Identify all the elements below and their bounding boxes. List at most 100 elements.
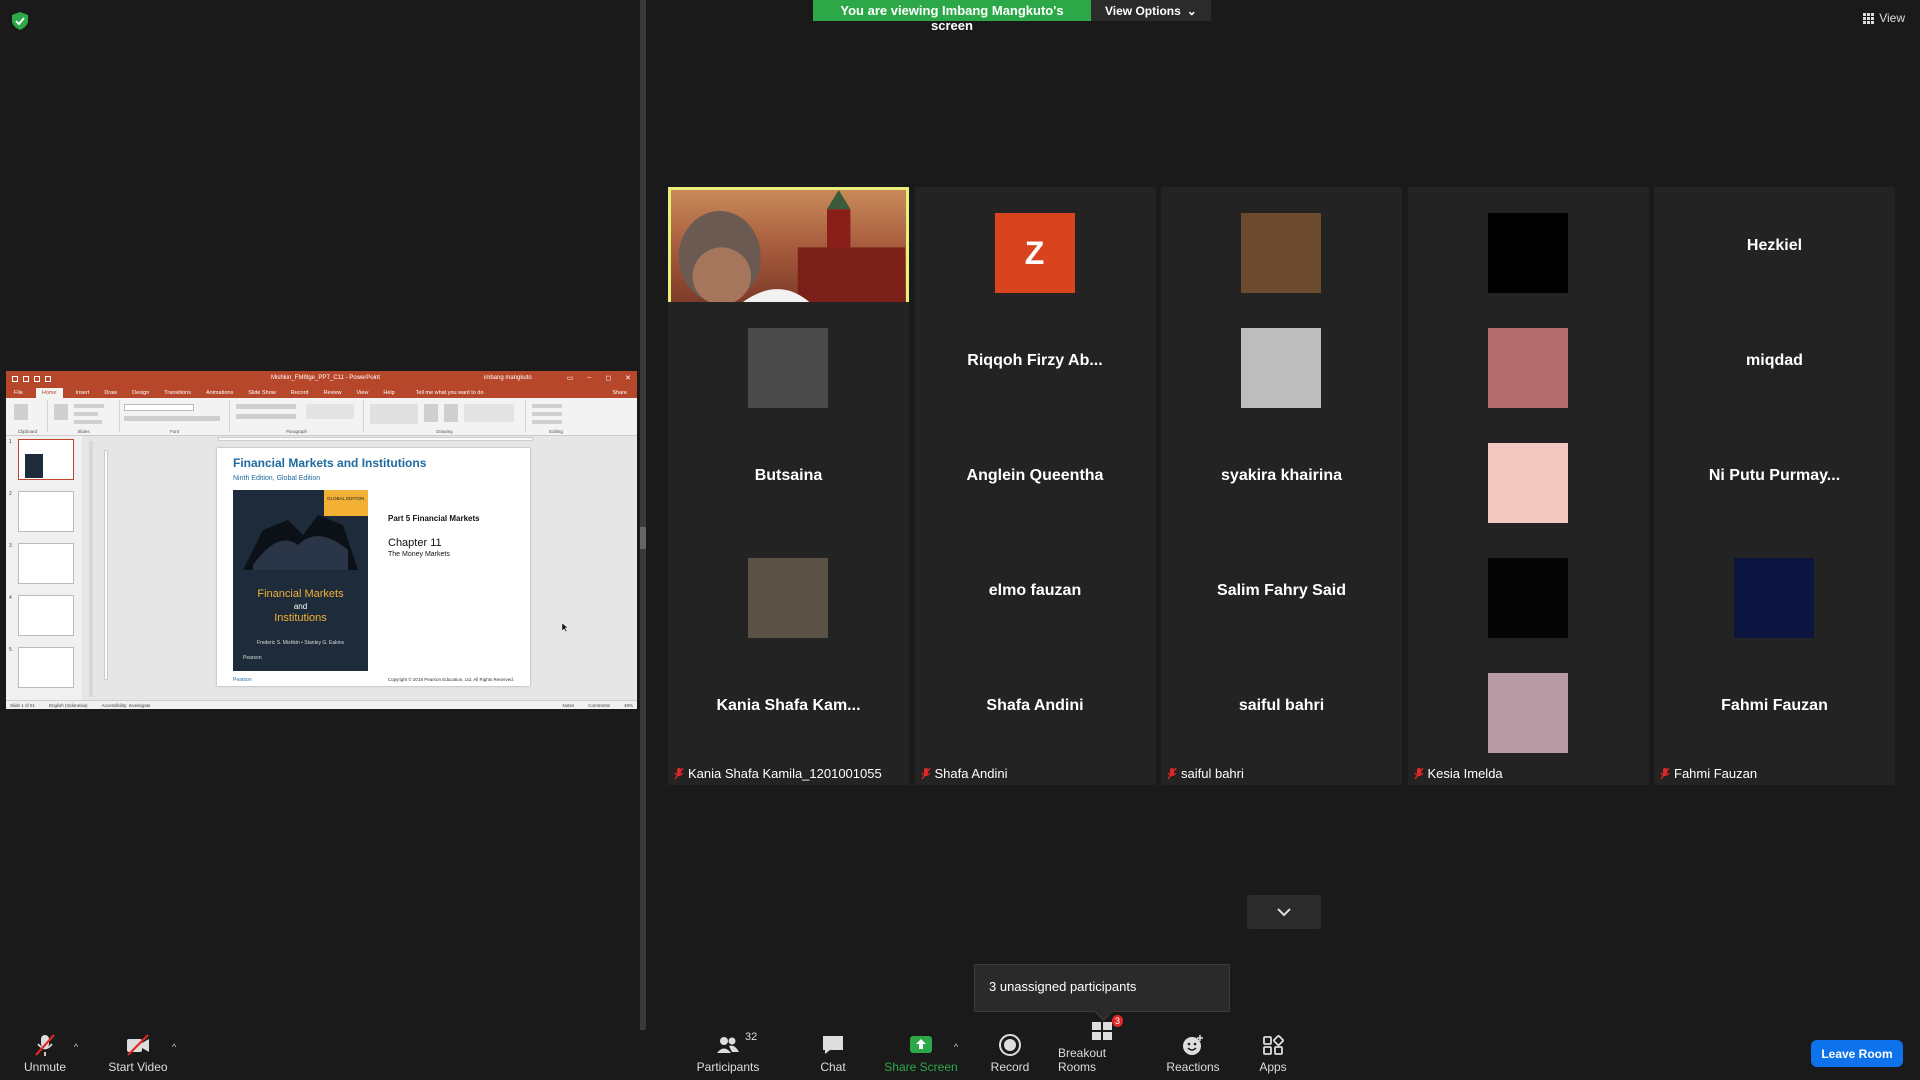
mic-muted-icon xyxy=(35,1034,55,1056)
ribbon-group-label: Clipboard xyxy=(17,429,38,434)
participant-display-name: miqdad xyxy=(1746,352,1803,369)
ppt-tab[interactable]: Animations xyxy=(204,388,235,398)
ppt-tab[interactable]: Insert xyxy=(74,388,92,398)
slide-thumbnail[interactable] xyxy=(18,543,74,584)
slide-thumbnail[interactable] xyxy=(18,595,74,636)
participant-tile[interactable]: Shafa Andini Shafa Andini xyxy=(914,647,1156,785)
slide-title[interactable]: Financial Markets and Institutions xyxy=(233,456,426,470)
ppt-tab[interactable]: Record xyxy=(289,388,311,398)
reactions-button[interactable]: Reactions xyxy=(1163,1030,1223,1080)
mic-muted-icon xyxy=(1413,767,1424,780)
unmute-label: Unmute xyxy=(23,1060,67,1074)
participants-label: Participants xyxy=(696,1060,760,1074)
slide-chapter[interactable]: Chapter 11 xyxy=(388,537,442,549)
slide-copyright: Copyright © 2018 Pearson Education, Ltd.… xyxy=(387,677,514,682)
ppt-editor-area: 1 2 3 4 5 Financial Markets and Institut… xyxy=(6,436,637,702)
ppt-tab[interactable]: Design xyxy=(130,388,151,398)
participant-tile[interactable]: saiful bahri saiful bahri xyxy=(1161,647,1402,785)
start-video-button[interactable]: Start Video xyxy=(106,1030,170,1080)
participant-display-name: Anglein Queentha xyxy=(966,467,1104,484)
ribbon-group-paragraph[interactable]: Paragraph xyxy=(230,400,364,434)
participant-display-name: Salim Fahry Said xyxy=(1217,582,1346,599)
ppt-ribbon: Clipboard Slides Font Paragraph Drawing … xyxy=(6,398,637,436)
participant-display-name: Hezkiel xyxy=(1746,237,1803,254)
viewing-screen-label: You are viewing Imbang Mangkuto's screen xyxy=(813,0,1091,33)
participant-tile[interactable]: Fahmi Fauzan Fahmi Fauzan xyxy=(1654,647,1895,785)
quick-access-toolbar[interactable] xyxy=(12,375,51,382)
thumbnail-scrollbar[interactable] xyxy=(89,441,93,697)
unmute-button[interactable]: Unmute xyxy=(20,1030,70,1080)
video-options-caret-icon[interactable]: ^ xyxy=(172,1042,176,1052)
comments-button[interactable]: Comments xyxy=(588,703,610,708)
status-accessibility[interactable]: Accessibility: Investigate xyxy=(102,703,151,708)
breakout-rooms-button[interactable]: 3 Breakout Rooms xyxy=(1058,1015,1146,1080)
slide-subtitle[interactable]: Ninth Edition, Global Edition xyxy=(233,475,320,482)
ppt-tab[interactable]: Slide Show xyxy=(246,388,278,398)
participant-name: Kania Shafa Kamila_1201001055 xyxy=(688,766,882,781)
tell-me-search[interactable]: Tell me what you want to do xyxy=(414,388,486,398)
ribbon-group-drawing[interactable]: Drawing xyxy=(364,400,526,434)
notes-button[interactable]: Notes xyxy=(562,703,574,708)
split-divider[interactable] xyxy=(640,0,646,1030)
ppt-tab[interactable]: Transitions xyxy=(162,388,193,398)
view-options-button[interactable]: View Options ⌄ xyxy=(1091,0,1211,21)
ppt-tab[interactable]: View xyxy=(355,388,371,398)
thumb-number: 5 xyxy=(9,647,12,653)
split-drag-handle[interactable] xyxy=(640,527,646,549)
gallery-next-page-button[interactable] xyxy=(1247,895,1321,929)
ppt-tab[interactable]: Help xyxy=(381,388,396,398)
avatar: Z xyxy=(994,213,1075,293)
security-shield-icon[interactable] xyxy=(12,12,28,30)
participant-display-name: Butsaina xyxy=(754,467,823,484)
ribbon-group-editing[interactable]: Editing xyxy=(526,400,586,434)
share-options-caret-icon[interactable]: ^ xyxy=(954,1042,958,1052)
window-controls[interactable]: ▭ – ◻ ✕ xyxy=(567,374,631,382)
slide-thumbnails[interactable]: 1 2 3 4 5 xyxy=(6,436,82,702)
apps-button[interactable]: Apps xyxy=(1248,1030,1298,1080)
chat-label: Chat xyxy=(820,1060,846,1074)
powerpoint-window[interactable]: Mishkin_FMI9ge_PPT_C11 - PowerPoint imba… xyxy=(6,371,637,709)
avatar xyxy=(1734,558,1814,638)
ppt-tab[interactable]: File xyxy=(12,388,25,398)
zoom-level[interactable]: 49% xyxy=(624,703,633,708)
zoom-meeting-window: Mishkin_FMI9ge_PPT_C11 - PowerPoint imba… xyxy=(0,0,1920,1080)
slide-thumbnail[interactable] xyxy=(18,491,74,532)
ribbon-group-slides[interactable]: Slides xyxy=(48,400,120,434)
avatar xyxy=(1487,213,1568,293)
thumb-number: 2 xyxy=(9,491,12,497)
audio-options-caret-icon[interactable]: ^ xyxy=(74,1042,78,1052)
slide-thumbnail[interactable] xyxy=(18,647,74,688)
mouse-cursor-icon xyxy=(562,623,568,632)
ribbon-group-clipboard[interactable]: Clipboard xyxy=(8,400,48,434)
ppt-tab[interactable]: Draw xyxy=(102,388,119,398)
participants-button[interactable]: 32 Participants xyxy=(692,1030,764,1080)
slide-part[interactable]: Part 5 Financial Markets xyxy=(388,514,480,523)
participant-display-name: Kania Shafa Kam... xyxy=(716,697,861,714)
share-screen-label: Share Screen xyxy=(884,1060,958,1074)
share-screen-button[interactable]: Share Screen xyxy=(882,1030,960,1080)
participant-name: saiful bahri xyxy=(1181,766,1244,781)
ribbon-group-label: Drawing xyxy=(436,429,453,434)
status-slide-count: Slide 1 of 51 xyxy=(10,702,36,708)
ppt-tab[interactable]: Home xyxy=(35,388,63,398)
ppt-tab[interactable]: Review xyxy=(321,388,343,398)
global-edition-badge: GLOBAL EDITION xyxy=(324,490,368,516)
avatar xyxy=(748,328,828,408)
slide-canvas[interactable]: Financial Markets and Institutions Ninth… xyxy=(217,448,530,686)
slide-topic[interactable]: The Money Markets xyxy=(388,551,450,558)
leave-room-button[interactable]: Leave Room xyxy=(1811,1040,1903,1067)
ppt-share-button[interactable]: Share xyxy=(610,388,629,398)
status-language[interactable]: English (Indonesia) xyxy=(49,703,88,708)
ppt-doc-title: Mishkin_FMI9ge_PPT_C11 - PowerPoint xyxy=(271,375,380,381)
slide-thumbnail[interactable] xyxy=(18,439,74,480)
record-button[interactable]: Record xyxy=(985,1030,1035,1080)
view-layout-button[interactable]: View xyxy=(1863,11,1905,25)
participant-tile[interactable]: Kania Shafa Kam... Kania Shafa Kamila_120… xyxy=(668,647,909,785)
ribbon-group-font[interactable]: Font xyxy=(120,400,230,434)
participant-tile[interactable]: Kesia Imelda xyxy=(1407,647,1649,785)
participant-display-name: elmo fauzan xyxy=(988,582,1082,599)
chat-icon xyxy=(823,1036,843,1054)
chat-button[interactable]: Chat xyxy=(808,1030,858,1080)
participant-name-label: saiful bahri xyxy=(1167,766,1244,781)
video-off-icon xyxy=(127,1034,149,1056)
